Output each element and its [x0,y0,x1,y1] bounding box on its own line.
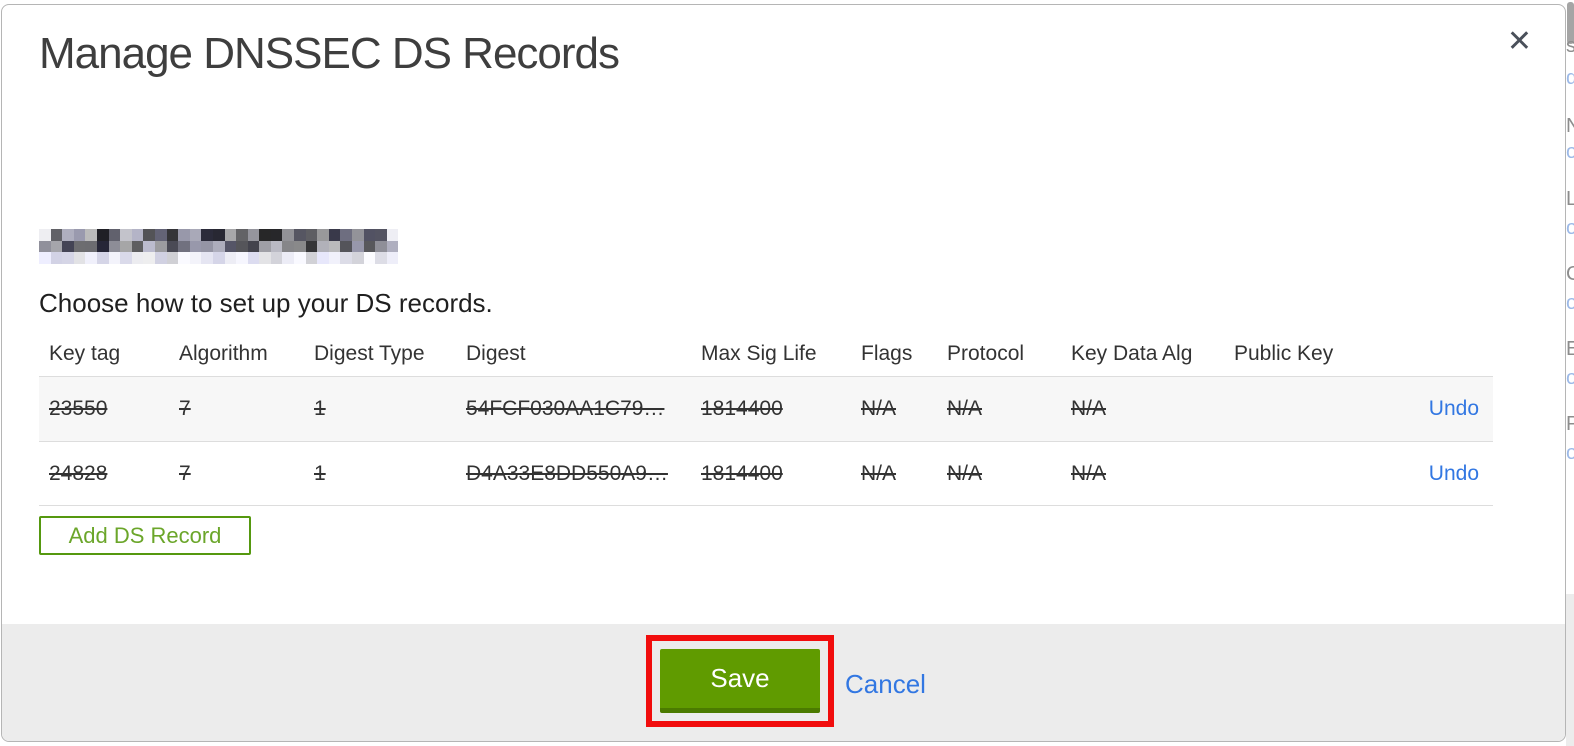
background-text-fragment: o [1566,367,1574,389]
background-text-fragment: o [1566,442,1574,464]
cell-digest-type: 1 [314,397,326,420]
header-digest: Digest [466,341,526,365]
save-button-highlight-annotation: Save [646,635,834,727]
table-row: 23550 7 1 54FCF030AA1C79… 1814400 N/A N/… [39,376,1493,441]
cell-key-data-alg: N/A [1071,397,1107,420]
header-public-key: Public Key [1234,341,1334,365]
header-flags: Flags [861,341,913,365]
header-key-tag: Key tag [49,341,121,365]
undo-link[interactable]: Undo [1419,462,1493,486]
header-max-sig-life: Max Sig Life [701,341,817,365]
cell-flags: N/A [861,461,897,485]
header-algorithm: Algorithm [179,341,268,365]
dialog-title: Manage DNSSEC DS Records [39,29,620,78]
table-header-row: Key tag Algorithm Digest Type Digest Max… [39,331,1493,376]
header-protocol: Protocol [947,341,1025,365]
cell-key-data-alg: N/A [1071,461,1107,485]
setup-instruction-text: Choose how to set up your DS records. [39,288,493,318]
save-button[interactable]: Save [660,649,820,713]
ds-records-table: Key tag Algorithm Digest Type Digest Max… [39,331,1493,506]
close-icon[interactable]: ✕ [1507,25,1532,59]
background-text-fragment: o [1566,141,1574,163]
cell-digest-type: 1 [314,461,326,485]
cell-max-sig-life: 1814400 [701,461,783,485]
table-row: 24828 7 1 D4A33E8DD550A9… 1814400 N/A N/… [39,441,1493,506]
background-text-fragment: s [1566,35,1574,57]
cell-key-tag: 23550 [49,397,108,420]
dialog-footer: Save Cancel [2,624,1565,741]
cell-protocol: N/A [947,397,983,420]
background-text-fragment: N [1566,115,1574,137]
cancel-link[interactable]: Cancel [845,669,926,700]
background-text-fragment: C [1566,263,1574,285]
add-ds-record-button[interactable]: Add DS Record [39,516,251,555]
background-text-fragment: o [1566,217,1574,239]
cell-flags: N/A [861,397,897,420]
cell-protocol: N/A [947,461,983,485]
cell-key-tag: 24828 [49,461,108,485]
background-text-fragment: L [1566,188,1574,210]
cell-algorithm: 7 [179,397,191,420]
header-digest-type: Digest Type [314,341,425,365]
background-text-fragment: d [1566,67,1574,89]
background-text-fragment: E [1566,338,1574,360]
background-page-edge: sdNoLoCoEoPo [1566,0,1574,746]
background-text-fragment: o [1566,292,1574,314]
cell-digest: D4A33E8DD550A9… [466,461,668,485]
header-key-data-alg: Key Data Alg [1071,341,1193,365]
cell-max-sig-life: 1814400 [701,397,783,420]
cell-digest: 54FCF030AA1C79… [466,397,665,420]
background-footer-sliver [1566,594,1574,746]
background-text-fragment: P [1566,413,1574,435]
redacted-domain [39,229,399,264]
undo-link[interactable]: Undo [1419,397,1493,421]
cell-algorithm: 7 [179,461,191,485]
manage-dnssec-ds-records-dialog: Manage DNSSEC DS Records ✕ Choose how to… [1,4,1566,742]
